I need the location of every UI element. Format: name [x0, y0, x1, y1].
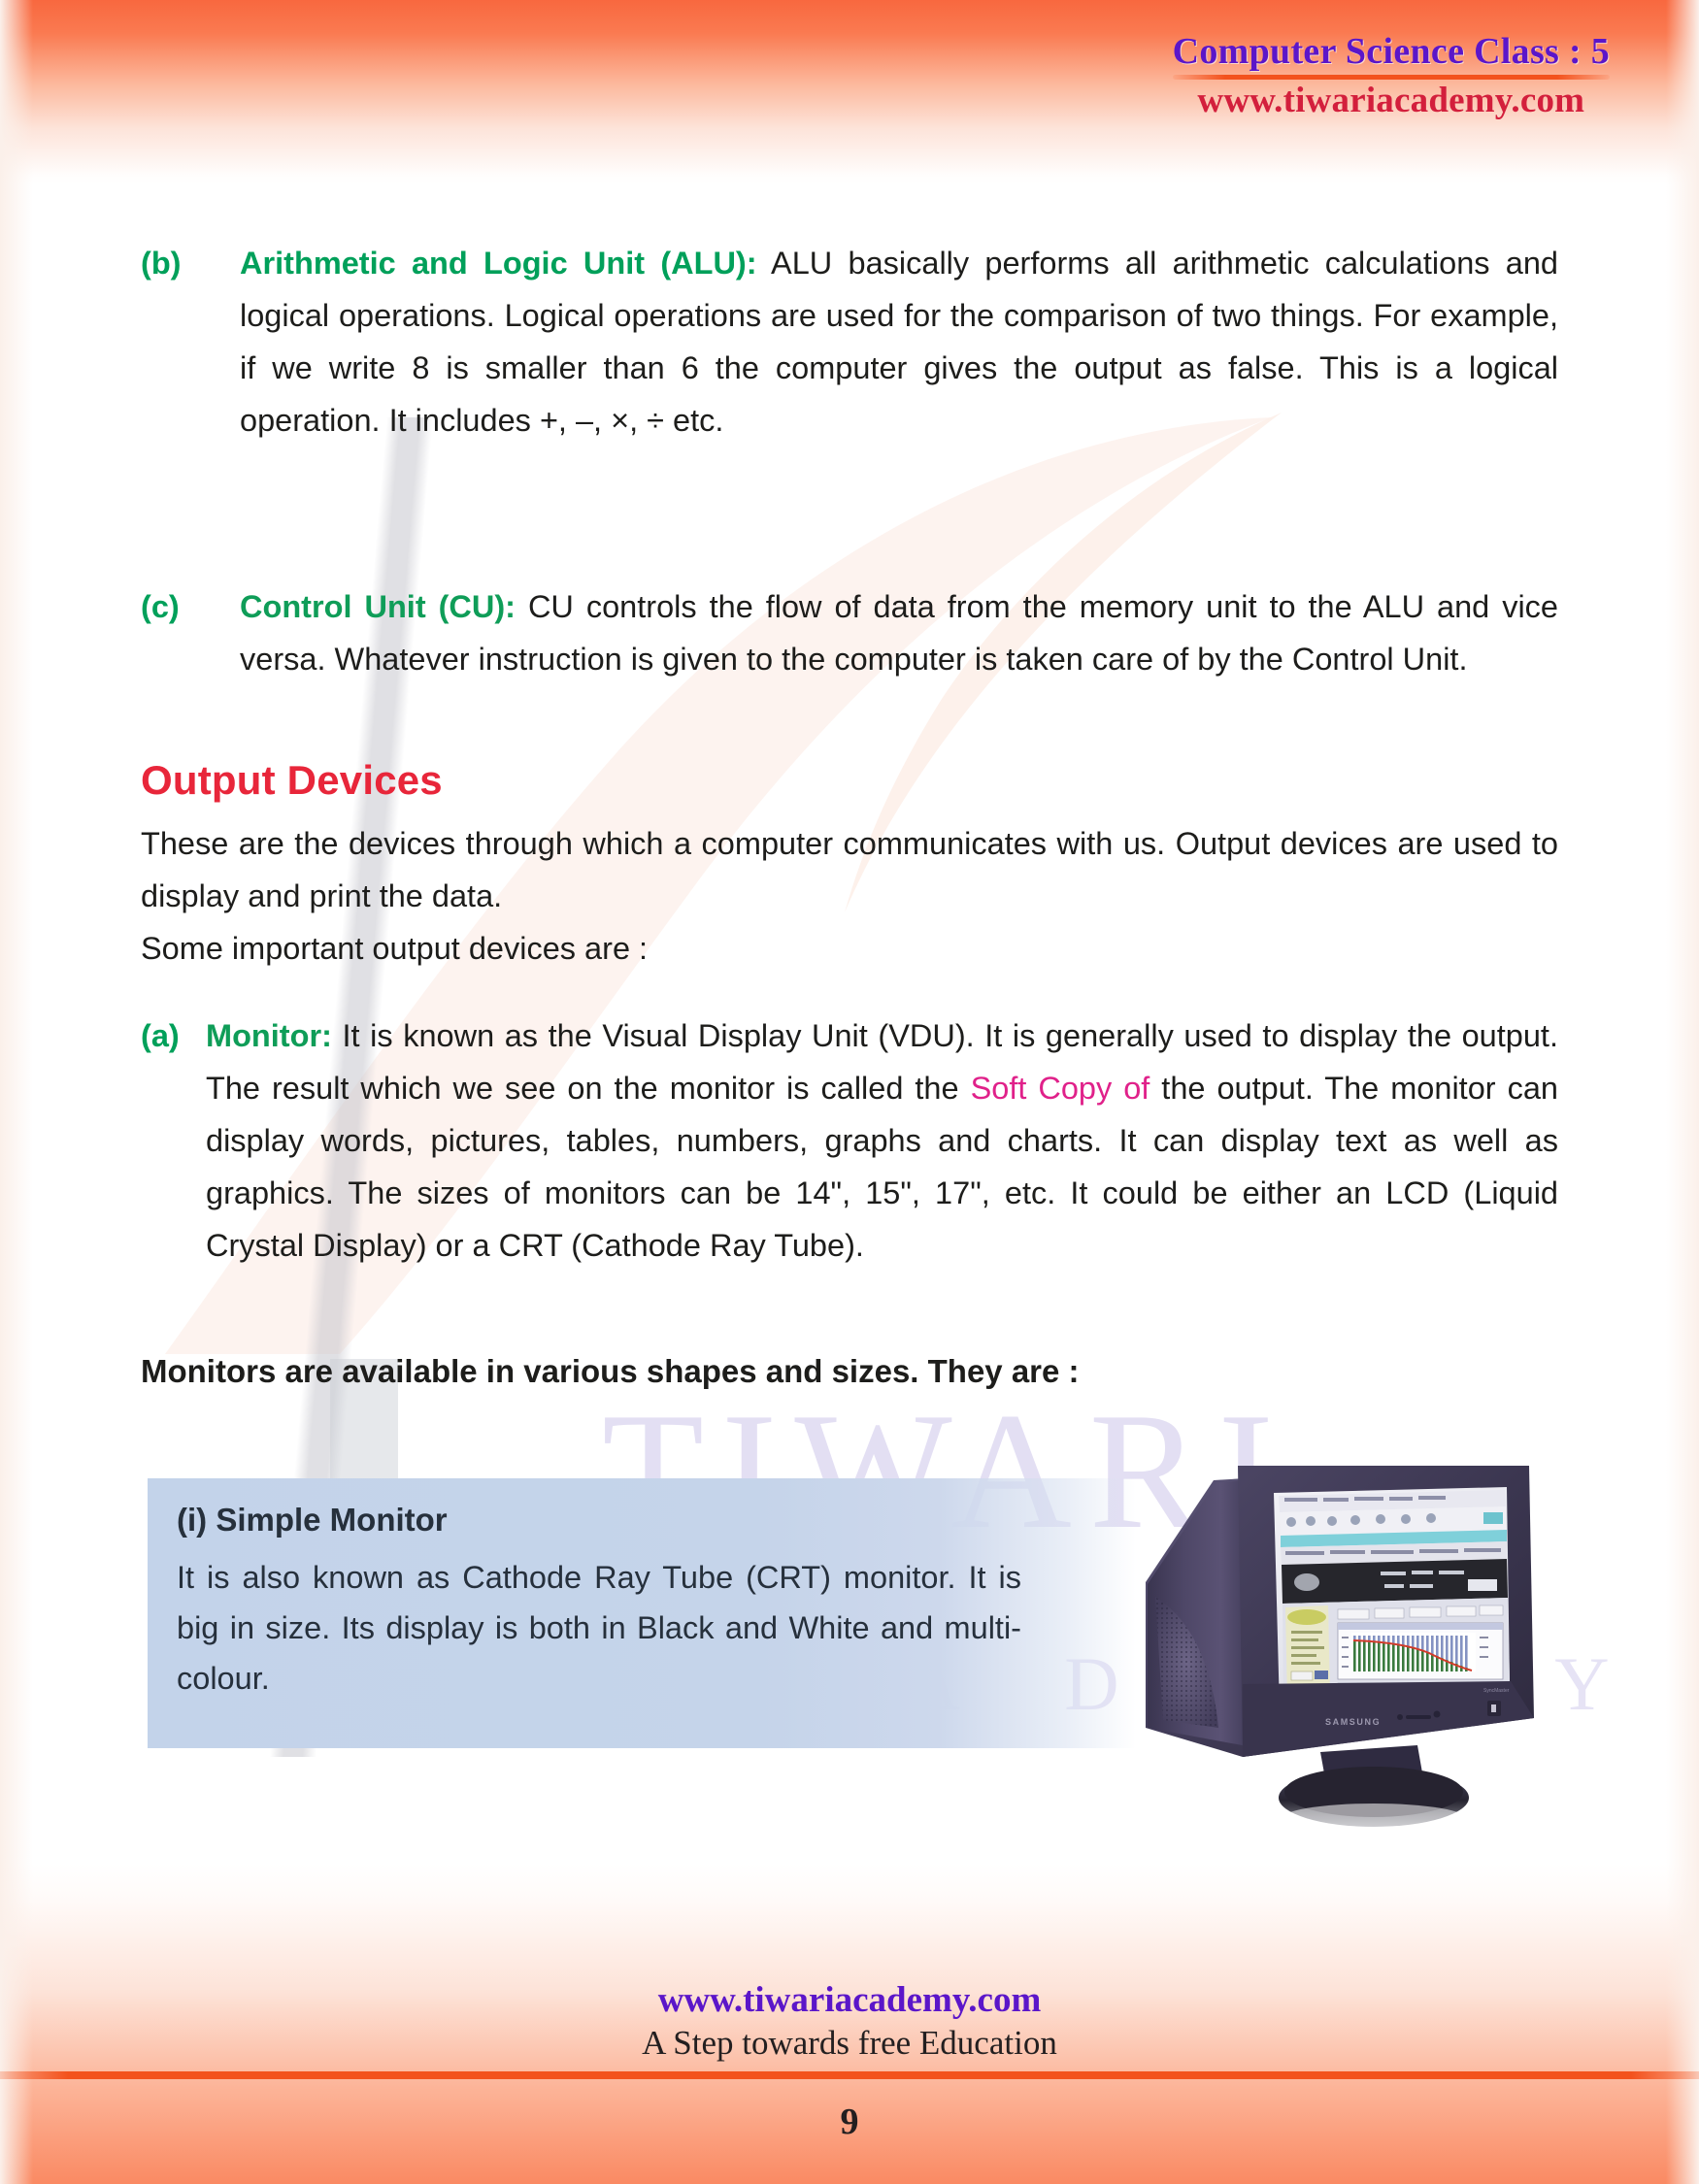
page-number: 9: [840, 2101, 859, 2143]
paragraph-output-intro: These are the devices through which a co…: [141, 826, 1558, 913]
label-alu: Arithmetic and Logic Unit (ALU):: [240, 246, 757, 281]
callout-text: It is also known as Cathode Ray Tube (CR…: [177, 1560, 1021, 1696]
list-marker-c: (c): [141, 589, 180, 624]
header-divider: [1172, 74, 1610, 80]
section-heading-output-devices: Output Devices: [141, 757, 443, 803]
left-edge-gradient: [0, 0, 33, 2184]
label-cu: Control Unit (CU):: [240, 589, 516, 624]
monitor-brand-label: SAMSUNG: [1325, 1717, 1381, 1727]
header-website-link[interactable]: www.tiwariacademy.com: [1173, 81, 1610, 121]
list-marker-b: (b): [141, 246, 182, 281]
callout-title: (i) Simple Monitor: [177, 1502, 448, 1538]
paragraph-output-list-lead: Some important output devices are :: [141, 931, 649, 966]
footer-tagline: A Step towards free Education: [642, 2023, 1057, 2062]
page-footer: www.tiwariacademy.com A Step towards fre…: [0, 1980, 1699, 2143]
right-edge-gradient: [1666, 0, 1699, 2184]
list-marker-a: (a): [141, 1018, 180, 1053]
document-page: TIWARI A C A D E M Y Computer Science Cl…: [0, 0, 1699, 2184]
paragraph-cu: Control Unit (CU): CU controls the flow …: [240, 580, 1558, 685]
crt-monitor-image: SAMSUNG SyncMaster: [1146, 1466, 1534, 1835]
paragraph-alu: Arithmetic and Logic Unit (ALU): ALU bas…: [240, 237, 1558, 447]
monitor-model-label: SyncMaster: [1483, 1688, 1510, 1694]
header-title: Computer Science Class : 5: [1172, 31, 1610, 72]
footer-website-link[interactable]: www.tiwariacademy.com: [0, 1980, 1699, 2022]
callout-simple-monitor: (i) Simple Monitor It is also known as C…: [148, 1478, 1136, 1748]
highlight-soft-copy: Soft Copy of: [970, 1071, 1150, 1106]
label-monitor: Monitor:: [206, 1018, 332, 1053]
note-monitor-shapes: Monitors are available in various shapes…: [141, 1353, 1080, 1389]
page-header: Computer Science Class : 5 www.tiwariaca…: [1172, 31, 1610, 121]
paragraph-monitor: Monitor: It is known as the Visual Displ…: [206, 1009, 1558, 1272]
footer-divider: [0, 2071, 1699, 2080]
